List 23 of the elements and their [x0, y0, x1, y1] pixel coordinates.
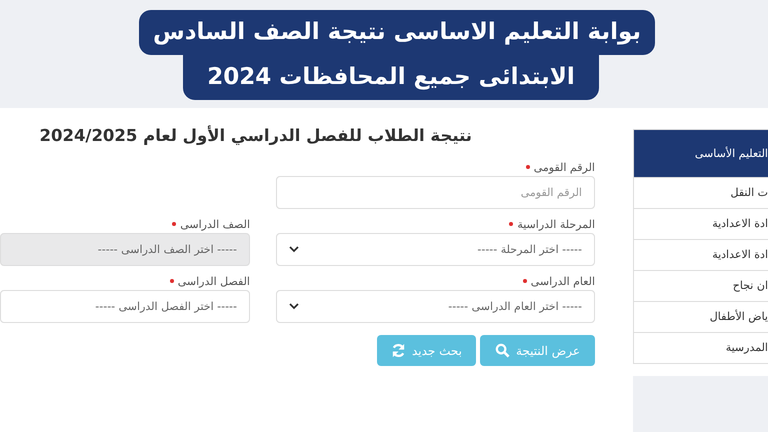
select-field[interactable]: ----- اختر الفصل الدراسى ----- — [0, 290, 250, 323]
sidebar-link[interactable]: ت النقل — [634, 177, 768, 208]
field-label: المرحلة الدراسية — [517, 218, 595, 230]
sidebar-link[interactable]: ادة الاعدادية — [634, 208, 768, 239]
national-id-field[interactable]: الرقم القومى — [276, 176, 595, 209]
headline-text: الابتدائى جميع المحافظات 2024 — [183, 55, 599, 100]
select-field[interactable]: ----- اختر المرحلة ----- — [276, 233, 595, 266]
chevron-icon — [289, 303, 299, 310]
sidebar-link[interactable]: ياض الأطفال — [634, 301, 768, 332]
search-icon — [494, 343, 510, 358]
sidebar-header: التعليم الأساسى — [634, 130, 768, 177]
field-label: العام الدراسى — [530, 274, 595, 288]
form-title: نتيجة الطلاب للفصل الدراسي الأول لعام 2024/2025 — [38, 124, 473, 147]
sidebar-link[interactable]: ادة الاعدادية — [634, 239, 768, 270]
select-field[interactable]: ----- اختر العام الدراسى ----- — [276, 290, 595, 323]
sidebar-link[interactable]: المدرسية — [634, 332, 768, 363]
field-label: الفصل الدراسى — [178, 274, 250, 288]
sidebar-link[interactable]: ان نجاح — [634, 270, 768, 301]
chevron-icon — [289, 246, 299, 253]
headline-text: بوابة التعليم الاساسى نتيجة الصف السادس — [138, 10, 656, 55]
refresh-icon — [390, 343, 406, 358]
field-label: الرقم القومى — [534, 160, 595, 174]
field-label: الصف الدراسى — [180, 218, 250, 230]
